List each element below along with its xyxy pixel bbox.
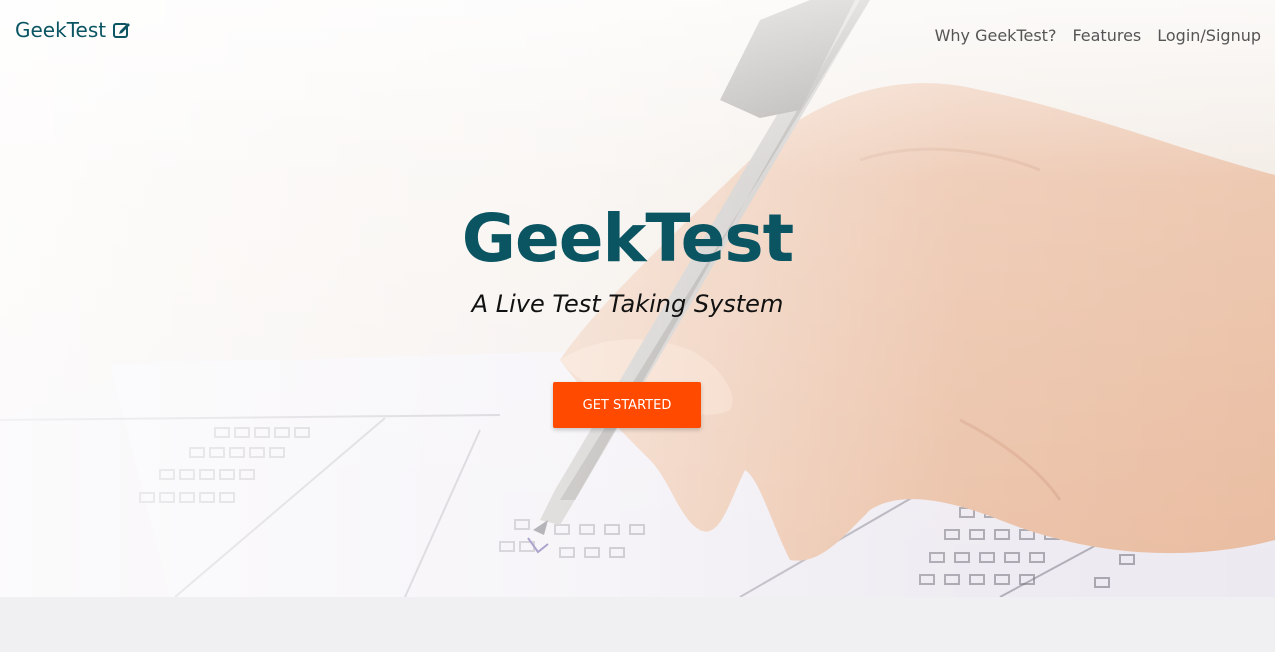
navbar: GeekTest Why GeekTest? Features Login/Si…: [0, 0, 1275, 70]
brand-link[interactable]: GeekTest: [15, 18, 132, 42]
nav-link-features[interactable]: Features: [1072, 26, 1141, 45]
edit-icon: [112, 20, 132, 40]
hero-subtitle: A Live Test Taking System: [471, 290, 784, 318]
get-started-button[interactable]: GET STARTED: [553, 382, 701, 428]
nav-link-login-signup[interactable]: Login/Signup: [1157, 26, 1261, 45]
nav-link-why-geektest[interactable]: Why GeekTest?: [935, 26, 1057, 45]
brand-name: GeekTest: [15, 18, 107, 42]
next-section: [0, 597, 1275, 652]
hero-section: GeekTest Why GeekTest? Features Login/Si…: [0, 0, 1275, 597]
nav-links: Why GeekTest? Features Login/Signup: [935, 26, 1261, 45]
hero-title: GeekTest: [461, 200, 794, 277]
